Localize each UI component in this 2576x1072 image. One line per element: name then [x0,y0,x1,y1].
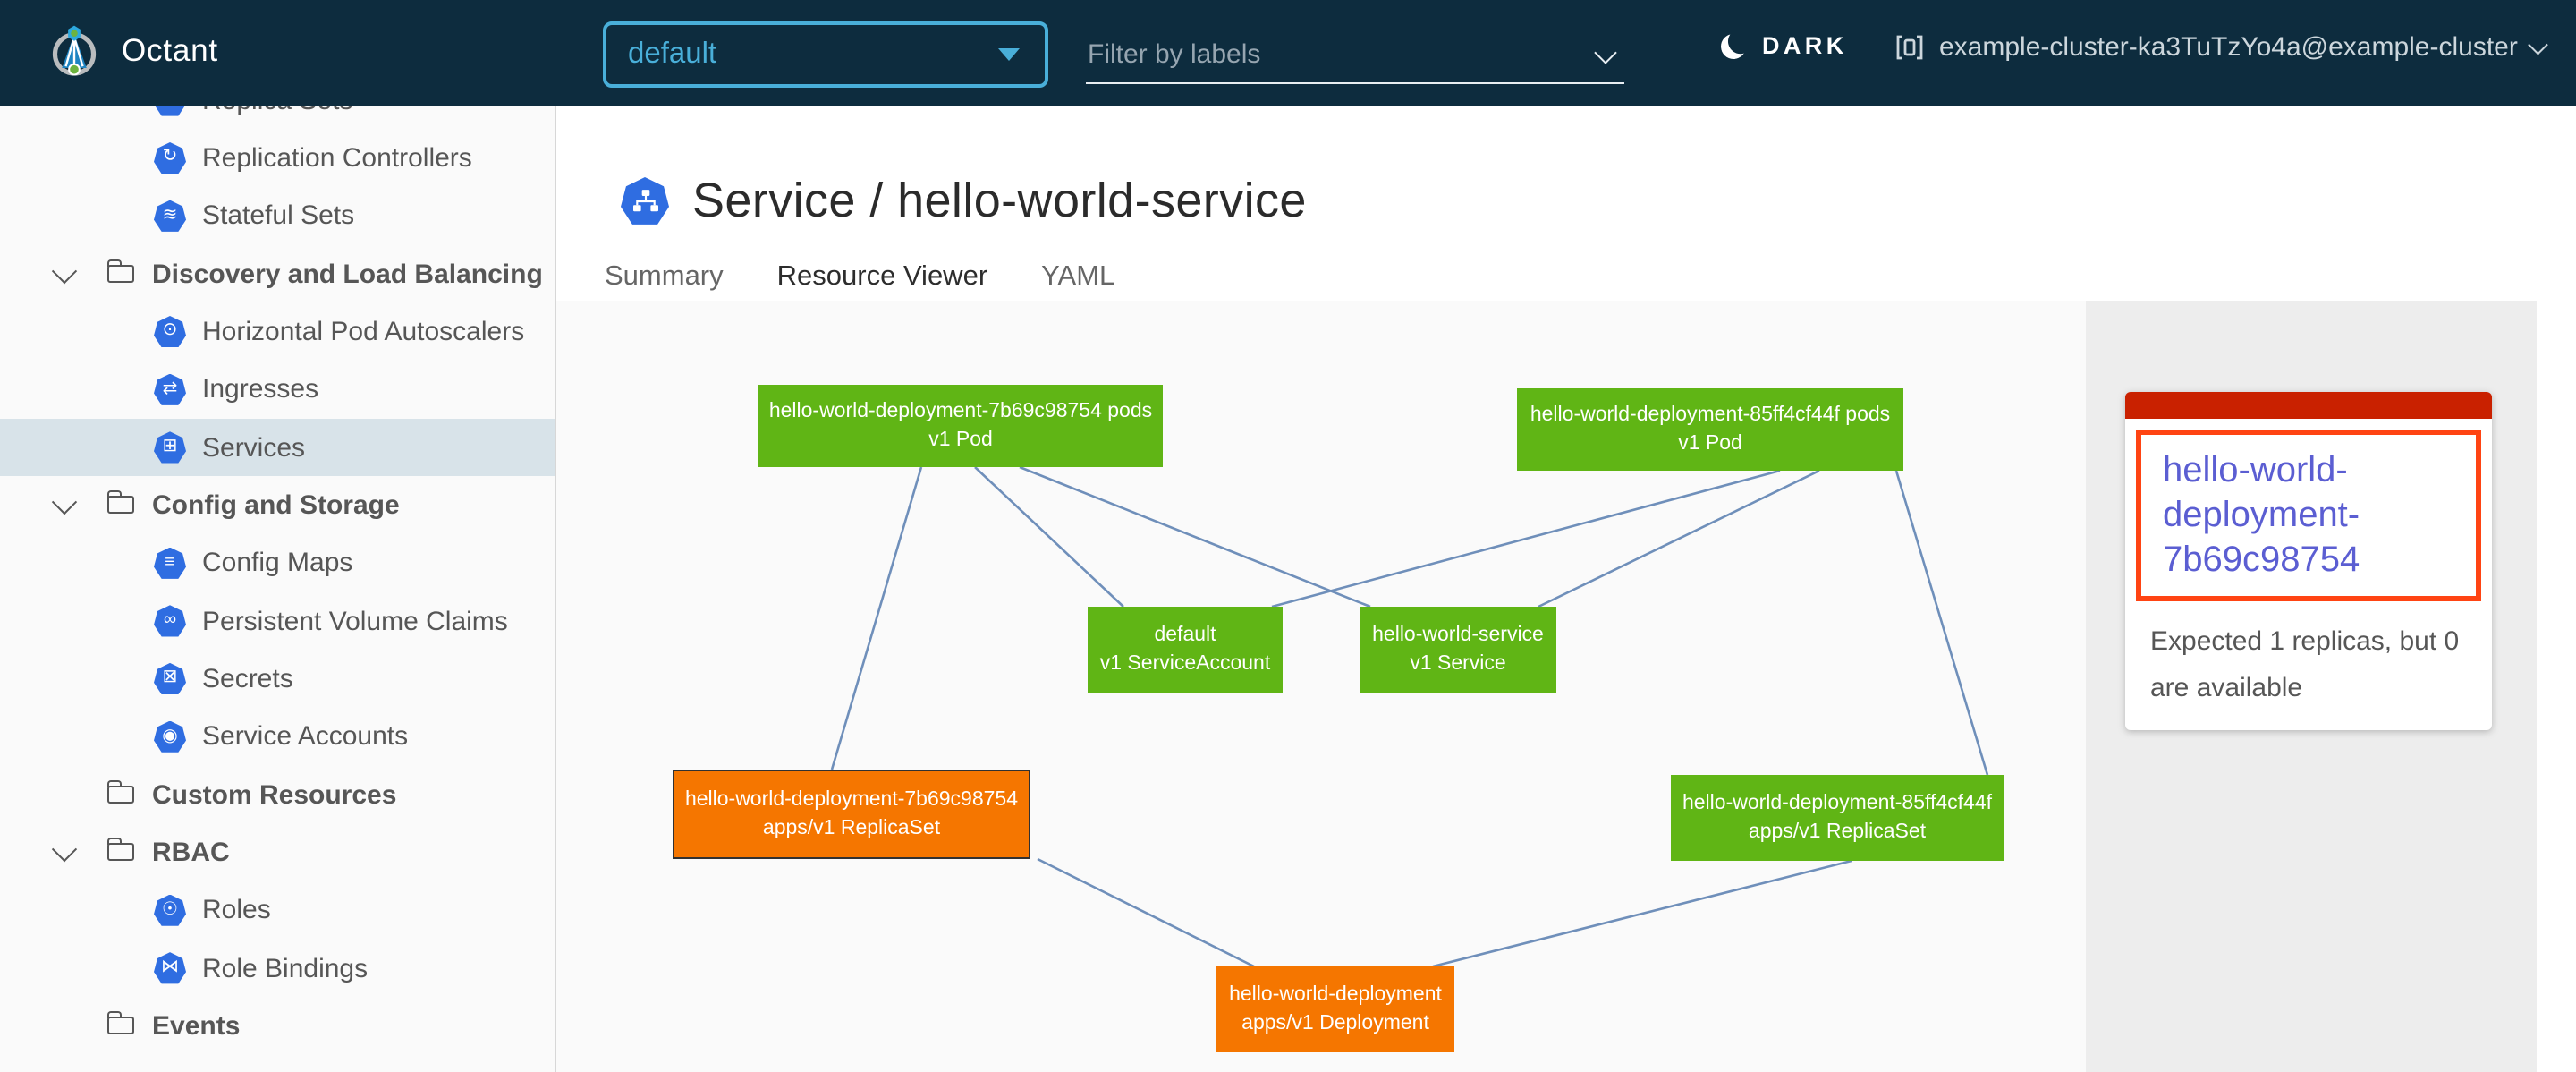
graph-node-deployment-hello-world[interactable]: hello-world-deployment apps/v1 Deploymen… [1216,966,1454,1052]
theme-toggle-label: DARK [1762,32,1848,59]
sidebar-group-rbac[interactable]: RBAC [0,824,555,882]
octant-logo-icon [47,23,102,79]
config-maps-icon: ≡ [154,548,186,580]
graph-node-pods-85ff4cf44f[interactable]: hello-world-deployment-85ff4cf44f pods v… [1517,388,1903,471]
graph-edge [975,467,1123,607]
chevron-down-icon[interactable] [52,259,77,284]
sidebar-group-events[interactable]: Events [0,998,555,1056]
role-bindings-icon: ⋈ [154,952,186,984]
services-icon: ⊞ [154,431,186,464]
graph-edge [1038,859,1254,966]
replication-controllers-icon: ↻ [154,142,186,174]
replicas-warning-message: Expected 1 replicas, but 0 are available [2125,602,2492,712]
sidebar-item-stateful-sets[interactable]: ≋ Stateful Sets [0,187,555,245]
theme-toggle-button[interactable]: DARK [1721,32,1848,59]
stateful-sets-icon: ≋ [154,200,186,233]
graph-edge [1538,471,1819,607]
horizontal-pod-autoscalers-icon: ⊙ [154,316,186,348]
graph-edge [1433,861,1852,966]
graph-edge [1272,471,1780,607]
moon-icon [1718,30,1748,60]
chevron-down-icon[interactable] [1594,41,1616,64]
namespace-dropdown[interactable]: default [603,21,1048,88]
sidebar-item-replication-controllers[interactable]: ↻ Replication Controllers [0,130,555,188]
octant-window: Octant default DARK example-cluster-ka3T… [0,0,2576,1072]
sidebar-group-discovery-and-load-balancing[interactable]: Discovery and Load Balancing [0,245,555,303]
sidebar-item-roles[interactable]: ☉ Roles [0,881,555,940]
sidebar-item-secrets[interactable]: ⊠ Secrets [0,651,555,709]
folder-icon [107,497,134,515]
persistent-volume-claims-icon: ∞ [154,605,186,637]
chevron-down-icon[interactable] [52,838,77,863]
sidebar-group-config-and-storage[interactable]: Config and Storage [0,477,555,535]
sidebar-item-config-maps[interactable]: ≡ Config Maps [0,534,555,592]
sidebar-group-custom-resources[interactable]: Custom Resources [0,766,555,824]
folder-icon [107,844,134,862]
sidebar-item-persistent-volume-claims[interactable]: ∞ Persistent Volume Claims [0,592,555,651]
detail-panel: hello-world-deployment-7b69c98754 Expect… [2086,301,2537,1072]
cluster-icon [1894,32,1925,63]
content-header: Service / hello-world-service Summary Re… [556,106,2576,301]
ingresses-icon: ⇄ [154,374,186,406]
namespace-dropdown-value: default [628,38,998,72]
graph-node-service-hello-world-service[interactable]: hello-world-service v1 Service [1360,607,1556,693]
sidebar-item-horizontal-pod-autoscalers[interactable]: ⊙ Horizontal Pod Autoscalers [0,303,555,362]
roles-icon: ☉ [154,895,186,927]
graph-node-replicaset-85ff4cf44f[interactable]: hello-world-deployment-85ff4cf44f apps/v… [1671,775,2004,861]
chevron-down-icon [2529,35,2548,54]
replicaset-status-card: hello-world-deployment-7b69c98754 Expect… [2125,392,2492,730]
error-alert-box: hello-world-deployment-7b69c98754 [2136,430,2481,602]
folder-icon [107,1017,134,1035]
sidebar-nav: ▤ Replica Sets ↻ Replication Controllers… [0,106,555,1055]
graph-node-serviceaccount-default[interactable]: default v1 ServiceAccount [1088,607,1283,693]
cluster-selector[interactable]: example-cluster-ka3TuTzYo4a@example-clus… [1894,32,2546,63]
replicaset-link[interactable]: hello-world-deployment-7b69c98754 [2163,451,2360,579]
folder-icon [107,265,134,283]
label-filter-input[interactable] [1086,32,1571,70]
service-accounts-icon: ◉ [154,721,186,753]
sidebar-item-ingresses[interactable]: ⇄ Ingresses [0,361,555,419]
caret-down-icon [998,48,1020,61]
service-icon [621,177,669,225]
app-header: Octant default DARK example-cluster-ka3T… [0,0,2576,106]
sidebar-item-service-accounts[interactable]: ◉ Service Accounts [0,708,555,766]
chevron-down-icon[interactable] [52,490,77,515]
sidebar-item-role-bindings[interactable]: ⋈ Role Bindings [0,940,555,998]
folder-icon [107,786,134,804]
graph-edge [1020,467,1370,607]
error-status-bar [2125,392,2492,419]
graph-node-pods-7b69c98754[interactable]: hello-world-deployment-7b69c98754 pods v… [758,385,1163,467]
graph-edge [1896,471,1987,775]
sidebar-item-replica-sets[interactable]: ▤ Replica Sets [0,106,555,130]
graph-node-replicaset-7b69c98754[interactable]: hello-world-deployment-7b69c98754 apps/v… [673,770,1030,859]
cluster-name: example-cluster-ka3TuTzYo4a@example-clus… [1939,32,2518,63]
page-title: Service / hello-world-service [692,174,1307,229]
label-filter [1086,32,1624,84]
resource-graph: hello-world-deployment-7b69c98754 pods v… [556,301,2086,1072]
secrets-icon: ⊠ [154,663,186,695]
app-title: Octant [122,32,218,70]
graph-edge [832,467,921,770]
sidebar-item-services[interactable]: ⊞ Services [0,419,555,477]
replica-sets-icon: ▤ [154,106,186,116]
sidebar: ▤ Replica Sets ↻ Replication Controllers… [0,106,556,1072]
